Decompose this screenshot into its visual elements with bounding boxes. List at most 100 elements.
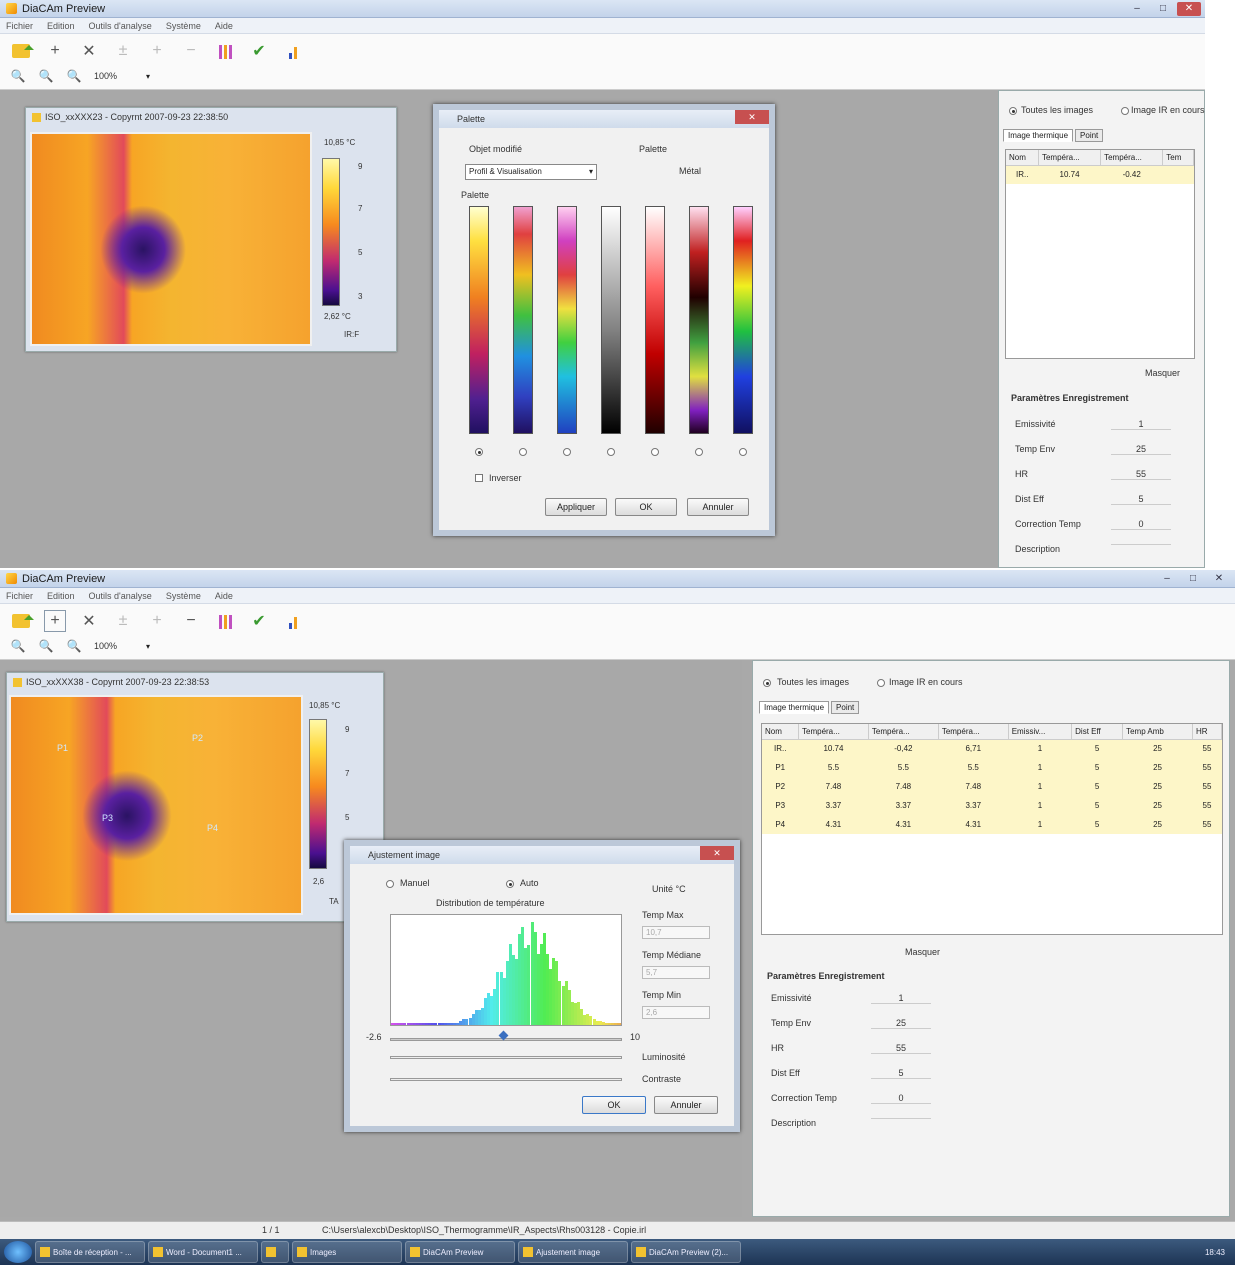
spot-label[interactable]: P3 <box>102 813 113 823</box>
column-header[interactable]: Nom <box>762 724 799 740</box>
column-header[interactable]: Tem <box>1162 150 1194 166</box>
param-value[interactable]: 1 <box>1111 419 1171 430</box>
adjust-icon[interactable]: ✔ <box>248 40 270 62</box>
objet-select[interactable]: Profil & Visualisation ▾ <box>465 164 597 180</box>
tab-point[interactable]: Point <box>1075 129 1104 142</box>
param-value[interactable]: 5 <box>1111 494 1171 505</box>
param-value[interactable]: 55 <box>871 1043 931 1054</box>
palette-option-bar[interactable] <box>645 206 665 434</box>
range-slider[interactable] <box>390 1038 622 1041</box>
palette-option-radio[interactable] <box>563 448 571 456</box>
minimize-button[interactable]: – <box>1155 572 1179 586</box>
chevron-down-icon[interactable]: ▾ <box>146 72 150 81</box>
palette-option-bar[interactable] <box>557 206 577 434</box>
menu-item[interactable]: Edition <box>47 21 75 31</box>
zoom-fit-icon[interactable]: 🔍 <box>66 68 82 84</box>
taskbar-item[interactable]: Images <box>292 1241 402 1263</box>
menu-item[interactable]: Aide <box>215 21 233 31</box>
histogram-icon[interactable] <box>282 610 304 632</box>
thermal-image-window[interactable]: ISO_xxXXX38 - Copyrnt 2007-09-23 22:38:5… <box>6 672 384 922</box>
zoom-level[interactable]: 100% <box>94 71 134 81</box>
palette-option-radio[interactable] <box>651 448 659 456</box>
tab-thermal-image[interactable]: Image thermique <box>759 701 830 714</box>
minus-tool-icon[interactable]: − <box>180 610 202 632</box>
param-value[interactable]: 55 <box>1111 469 1171 480</box>
menu-item[interactable]: Système <box>166 21 201 31</box>
spot-label[interactable]: P4 <box>207 823 218 833</box>
radio-all-images[interactable] <box>1009 107 1017 115</box>
zoom-in-icon[interactable]: 🔍 <box>10 638 26 654</box>
point-tool-icon[interactable]: ± <box>112 40 134 62</box>
table-row[interactable]: P3 3.37 3.37 3.37 1 5 25 55 <box>762 796 1222 815</box>
dialog-close-button[interactable]: ✕ <box>700 846 734 860</box>
taskbar-item[interactable]: Boîte de réception - ... <box>35 1241 145 1263</box>
tab-point[interactable]: Point <box>831 701 860 714</box>
start-button[interactable] <box>4 1241 32 1263</box>
thermal-image[interactable] <box>30 132 312 346</box>
palette-option-radio[interactable] <box>475 448 483 456</box>
open-folder-icon[interactable] <box>10 40 34 62</box>
palette-dialog[interactable]: Palette ✕ Objet modifié Palette Profil &… <box>433 104 775 536</box>
taskbar-item[interactable] <box>261 1241 289 1263</box>
ok-button[interactable]: OK <box>582 1096 646 1114</box>
column-header[interactable]: Tempéra... <box>1100 150 1164 166</box>
ok-button[interactable]: OK <box>615 498 677 516</box>
param-value[interactable]: 25 <box>871 1018 931 1029</box>
invert-checkbox[interactable] <box>475 474 483 482</box>
contrast-slider[interactable] <box>390 1078 622 1081</box>
add-point-icon[interactable]: + <box>44 40 66 62</box>
dialog-close-button[interactable]: ✕ <box>735 110 769 124</box>
cancel-button[interactable]: Annuler <box>654 1096 718 1114</box>
menu-item[interactable]: Aide <box>215 591 233 601</box>
column-header[interactable]: Tempéra... <box>938 724 1009 740</box>
palette-option-radio[interactable] <box>695 448 703 456</box>
radio-current-image[interactable] <box>1121 107 1129 115</box>
luminosity-slider[interactable] <box>390 1056 622 1059</box>
chevron-down-icon[interactable]: ▾ <box>146 642 150 651</box>
temp-max-field[interactable]: 10,7 <box>642 926 710 939</box>
table-row[interactable]: P4 4.31 4.31 4.31 1 5 25 55 <box>762 815 1222 834</box>
data-table[interactable]: Nom Tempéra... Tempéra... Tempéra... Emissiv… <box>761 723 1223 935</box>
data-table[interactable]: Nom Tempéra... Tempéra... Tem IR.. 10.74 -0.42 <box>1005 149 1195 359</box>
temp-median-field[interactable]: 5,7 <box>642 966 710 979</box>
column-header[interactable]: HR <box>1192 724 1223 740</box>
close-button[interactable]: ✕ <box>1207 572 1231 586</box>
column-header[interactable]: Nom <box>1006 150 1039 166</box>
clock[interactable]: 18:43 <box>1205 1248 1235 1257</box>
maximize-button[interactable]: □ <box>1151 2 1175 16</box>
histogram-icon[interactable] <box>282 40 304 62</box>
palette-option-radio[interactable] <box>607 448 615 456</box>
palette-option-radio[interactable] <box>519 448 527 456</box>
delete-icon[interactable]: ✕ <box>78 40 100 62</box>
thermal-image-window[interactable]: ISO_xxXXX23 - Copyrnt 2007-09-23 22:38:5… <box>25 107 397 352</box>
param-value[interactable]: 1 <box>871 993 931 1004</box>
palette-option-bar[interactable] <box>689 206 709 434</box>
masquer-button[interactable]: Masquer <box>905 947 940 957</box>
radio-current-image[interactable] <box>877 679 885 687</box>
radio-auto[interactable] <box>506 880 514 888</box>
zoom-fit-icon[interactable]: 🔍 <box>66 638 82 654</box>
tab-thermal-image[interactable]: Image thermique <box>1003 129 1074 142</box>
radio-manual[interactable] <box>386 880 394 888</box>
delete-icon[interactable]: ✕ <box>78 610 100 632</box>
zoom-out-icon[interactable]: 🔍 <box>38 68 54 84</box>
column-header[interactable]: Tempéra... <box>868 724 939 740</box>
table-row[interactable]: P1 5.5 5.5 5.5 1 5 25 55 <box>762 758 1222 777</box>
spot-label[interactable]: P1 <box>57 743 68 753</box>
taskbar-item[interactable]: Ajustement image <box>518 1241 628 1263</box>
param-value[interactable]: 5 <box>871 1068 931 1079</box>
column-header[interactable]: Temp Amb <box>1122 724 1193 740</box>
table-row[interactable]: IR.. 10.74 -0.42 <box>1006 165 1194 184</box>
taskbar-item[interactable]: DiaCAm Preview <box>405 1241 515 1263</box>
param-value[interactable] <box>1111 544 1171 545</box>
column-header[interactable]: Dist Eff <box>1071 724 1124 740</box>
palette-option-radio[interactable] <box>739 448 747 456</box>
palette-icon[interactable] <box>214 610 236 632</box>
param-value[interactable]: 25 <box>1111 444 1171 455</box>
menu-item[interactable]: Fichier <box>6 591 33 601</box>
taskbar-item[interactable]: Word - Document1 ... <box>148 1241 258 1263</box>
table-row[interactable]: P2 7.48 7.48 7.48 1 5 25 55 <box>762 777 1222 796</box>
menu-item[interactable]: Fichier <box>6 21 33 31</box>
line-tool-icon[interactable]: + <box>146 40 168 62</box>
line-tool-icon[interactable]: + <box>146 610 168 632</box>
